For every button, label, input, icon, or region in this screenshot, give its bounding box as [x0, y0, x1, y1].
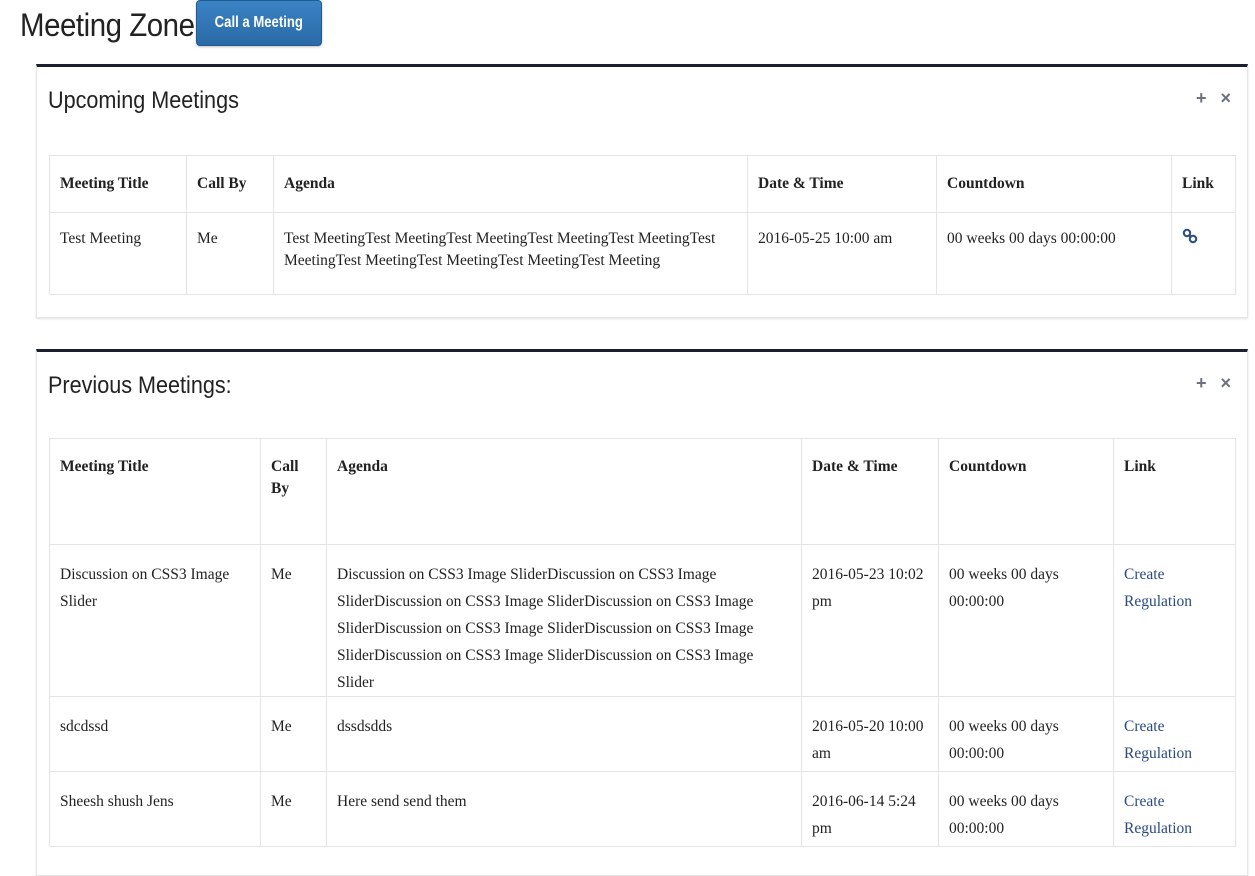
- countdown: 00 weeks 00 days 00:00:00: [938, 771, 1114, 847]
- close-icon[interactable]: ×: [1220, 89, 1231, 107]
- create-regulation-link[interactable]: Create Regulation: [1124, 793, 1192, 837]
- call-by: Me: [186, 212, 274, 295]
- date-time: 2016-05-20 10:00 am: [801, 696, 939, 772]
- page-title: Meeting Zone:: [20, 6, 203, 43]
- upcoming-meetings-table: Meeting Title Call By Agenda Date & Time…: [49, 155, 1236, 295]
- previous-meetings-panel: Previous Meetings: + × Meeting Title Cal…: [36, 349, 1248, 876]
- panel-header: Upcoming Meetings + ×: [37, 67, 1247, 125]
- call-meeting-button[interactable]: Call a Meeting: [196, 0, 322, 46]
- countdown: 00 weeks 00 days 00:00:00: [938, 696, 1114, 772]
- expand-icon[interactable]: +: [1196, 374, 1207, 392]
- link-cell: [1171, 212, 1236, 295]
- column-header: Date & Time: [801, 438, 939, 545]
- date-time: 2016-05-23 10:02 pm: [801, 544, 939, 697]
- countdown: 00 weeks 00 days 00:00:00: [936, 212, 1172, 295]
- table-row: sdcdssd Me dssdsdds 2016-05-20 10:00 am …: [49, 696, 1236, 772]
- create-regulation-link[interactable]: Create Regulation: [1124, 566, 1192, 610]
- agenda: Here send send them: [326, 771, 802, 847]
- column-header: Meeting Title: [49, 438, 261, 545]
- table-row: Discussion on CSS3 Image Slider Me Discu…: [49, 544, 1236, 697]
- panel-title: Previous Meetings:: [48, 372, 232, 399]
- column-header: Link: [1171, 155, 1236, 213]
- table-header-row: Meeting Title Call By Agenda Date & Time…: [49, 155, 1236, 213]
- column-header: Meeting Title: [49, 155, 187, 213]
- create-regulation-link[interactable]: Create Regulation: [1124, 718, 1192, 762]
- column-header: Link: [1113, 438, 1236, 545]
- column-header: Call By: [186, 155, 274, 213]
- link-icon[interactable]: [1182, 228, 1225, 244]
- link-cell: Create Regulation: [1113, 544, 1236, 697]
- agenda: dssdsdds: [326, 696, 802, 772]
- meeting-title: Discussion on CSS3 Image Slider: [49, 544, 261, 697]
- expand-icon[interactable]: +: [1196, 89, 1207, 107]
- table-header-row: Meeting Title Call By Agenda Date & Time…: [49, 438, 1236, 545]
- call-by: Me: [260, 544, 327, 697]
- meeting-title: Sheesh shush Jens: [49, 771, 261, 847]
- countdown: 00 weeks 00 days 00:00:00: [938, 544, 1114, 697]
- call-meeting-button-label: Call a Meeting: [214, 14, 304, 31]
- table-row: Test Meeting Me Test MeetingTest Meeting…: [49, 212, 1236, 295]
- column-header: Countdown: [938, 438, 1114, 545]
- page-header: Meeting Zone:: [20, 2, 218, 48]
- panel-header: Previous Meetings: + ×: [37, 352, 1247, 410]
- agenda: Test MeetingTest MeetingTest MeetingTest…: [273, 212, 748, 295]
- column-header: Agenda: [273, 155, 748, 213]
- panel-title: Upcoming Meetings: [48, 87, 239, 114]
- meeting-title: Test Meeting: [49, 212, 187, 295]
- close-icon[interactable]: ×: [1220, 374, 1231, 392]
- table-row: Sheesh shush Jens Me Here send send them…: [49, 771, 1236, 847]
- agenda: Discussion on CSS3 Image SliderDiscussio…: [326, 544, 802, 697]
- column-header: Call By: [260, 438, 327, 545]
- column-header: Agenda: [326, 438, 802, 545]
- panel-tools: + ×: [1196, 89, 1231, 107]
- date-time: 2016-05-25 10:00 am: [747, 212, 937, 295]
- meeting-title: sdcdssd: [49, 696, 261, 772]
- column-header: Countdown: [936, 155, 1172, 213]
- link-cell: Create Regulation: [1113, 696, 1236, 772]
- column-header: Date & Time: [747, 155, 937, 213]
- date-time: 2016-06-14 5:24 pm: [801, 771, 939, 847]
- call-by: Me: [260, 696, 327, 772]
- upcoming-meetings-panel: Upcoming Meetings + × Meeting Title Call…: [36, 64, 1248, 318]
- previous-meetings-table: Meeting Title Call By Agenda Date & Time…: [49, 438, 1236, 847]
- call-by: Me: [260, 771, 327, 847]
- link-cell: Create Regulation: [1113, 771, 1236, 847]
- panel-tools: + ×: [1196, 374, 1231, 392]
